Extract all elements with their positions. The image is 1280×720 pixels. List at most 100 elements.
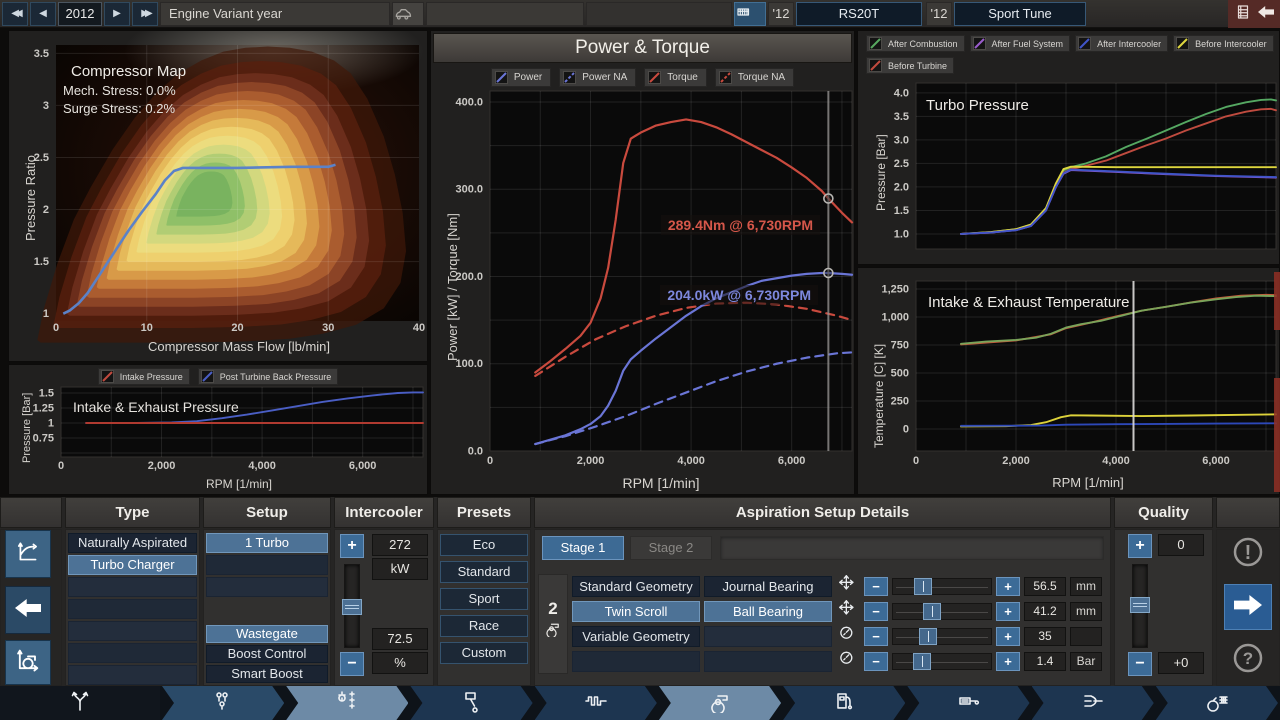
toolbar-tab-turbo[interactable] (659, 686, 781, 720)
engine-family-name-button[interactable]: RS20T (796, 2, 922, 26)
quality-slider-track[interactable] (1130, 564, 1150, 648)
engine-family-button[interactable] (734, 2, 766, 26)
boost-option-smart-boost[interactable]: Smart Boost (206, 665, 328, 683)
engine-variant-year-label: Engine Variant year (160, 2, 390, 26)
fast-forward-icon: ▶▶ (141, 8, 153, 19)
engine-variant-name-button[interactable]: Sport Tune (954, 2, 1086, 26)
car-link-button[interactable] (392, 2, 424, 26)
year-first-button[interactable]: ◀◀ (2, 2, 28, 26)
geometry-option-variable-geometry[interactable]: Variable Geometry (572, 626, 700, 647)
toolbar-tab-fuel[interactable] (783, 686, 905, 720)
toolbar-tab-valvetrain[interactable] (286, 686, 408, 720)
turbo-ylabel: Pressure [Bar] (874, 134, 888, 211)
bearing-option-journal-bearing[interactable]: Journal Bearing (704, 576, 832, 597)
quality-plus-button[interactable]: + (1128, 534, 1152, 558)
arrow-right-icon (1234, 594, 1262, 620)
turbo-icon (708, 689, 732, 718)
intercooler-minus-button[interactable]: − (340, 652, 364, 676)
toolbar-tab-manifold[interactable] (1032, 686, 1154, 720)
next-step-button[interactable] (1224, 584, 1272, 630)
toolbar-tab-crank[interactable] (535, 686, 657, 720)
boost-option-wastegate[interactable]: Wastegate (206, 625, 328, 643)
slider-handle[interactable] (923, 603, 941, 620)
type-option-empty-4[interactable] (68, 621, 197, 641)
preset-race[interactable]: Race (440, 615, 528, 637)
slider-minus-button[interactable]: − (864, 602, 888, 621)
turbo-count-option-empty-1[interactable] (206, 555, 328, 575)
temperature-title: Intake & Exhaust Temperature (928, 294, 1130, 311)
preset-eco[interactable]: Eco (440, 534, 528, 556)
geometry-option-standard-geometry[interactable]: Standard Geometry (572, 576, 700, 597)
type-option-empty-2[interactable] (68, 577, 197, 597)
engine-icon (735, 8, 753, 24)
bearing-option-ball-bearing[interactable]: Ball Bearing (704, 601, 832, 622)
slider-handle[interactable] (919, 628, 937, 645)
intercooler-plus-button[interactable]: + (340, 534, 364, 558)
intercooler-slider-handle[interactable] (342, 599, 362, 615)
graph-view-button[interactable] (5, 530, 51, 578)
turbo-count-option-empty-2[interactable] (206, 577, 328, 597)
year-last-button[interactable]: ▶▶ (132, 2, 158, 26)
preset-standard[interactable]: Standard (440, 561, 528, 583)
help-button[interactable]: ? (1226, 638, 1270, 682)
variant-year-field[interactable]: 2012 (58, 2, 102, 26)
boost-option-boost-control[interactable]: Boost Control (206, 645, 328, 663)
slider-plus-button[interactable]: + (996, 627, 1020, 646)
type-option-turbo-charger[interactable]: Turbo Charger (68, 555, 197, 575)
turbo-count-value: 2 (548, 599, 558, 618)
bearing-option-empty-3[interactable] (704, 651, 832, 672)
preset-custom[interactable]: Custom (440, 642, 528, 664)
tab-stage-1[interactable]: Stage 1 (542, 536, 624, 560)
type-option-empty-3[interactable] (68, 599, 197, 619)
svg-text:1: 1 (43, 308, 49, 320)
preset-sport[interactable]: Sport (440, 588, 528, 610)
compressor-ylabel: Pressure Ratio (23, 155, 38, 241)
geometry-option-empty-3[interactable] (572, 651, 700, 672)
turbo-map-button[interactable] (5, 640, 51, 685)
slider-handle[interactable] (914, 578, 932, 595)
svg-text:20: 20 (231, 322, 243, 334)
slider-track[interactable] (892, 653, 992, 670)
slider-minus-button[interactable]: − (864, 627, 888, 646)
list-icon[interactable] (1234, 3, 1252, 26)
slider-minus-button[interactable]: − (864, 577, 888, 596)
slider-track[interactable] (892, 628, 992, 645)
quality-minus-button[interactable]: − (1128, 652, 1152, 676)
svg-text:4,000: 4,000 (677, 455, 705, 467)
toolbar-tab-dyno[interactable] (1156, 686, 1278, 720)
svg-text:300.0: 300.0 (455, 184, 483, 196)
slider-handle[interactable] (913, 653, 931, 670)
return-arrow-icon[interactable] (1258, 5, 1274, 23)
quality-slider-handle[interactable] (1130, 597, 1150, 613)
toolbar-tab-exhaust[interactable] (907, 686, 1029, 720)
type-option-naturally-aspirated[interactable]: Naturally Aspirated (68, 533, 197, 553)
alert-icon: ! (1231, 535, 1265, 574)
toolbar-tab-fork[interactable] (0, 686, 160, 720)
svg-text:4,000: 4,000 (1102, 455, 1130, 467)
type-option-empty-5[interactable] (68, 643, 197, 663)
turbo-count-option-1-turbo[interactable]: 1 Turbo (206, 533, 328, 553)
slider-minus-button[interactable]: − (864, 652, 888, 671)
tab-stage-2[interactable]: Stage 2 (630, 536, 712, 560)
stage-name-field[interactable] (720, 536, 1104, 560)
help-icon: ? (1231, 641, 1265, 680)
slider-track[interactable] (892, 578, 992, 595)
year-prev-button[interactable]: ◀ (30, 2, 56, 26)
intercooler-slider-track[interactable] (342, 564, 362, 648)
toolbar-tab-piston[interactable] (410, 686, 532, 720)
slider-plus-button[interactable]: + (996, 652, 1020, 671)
turbo-slider-row-2: − +35 (838, 626, 1108, 647)
back-nav-button[interactable] (5, 586, 51, 634)
slider-plus-button[interactable]: + (996, 577, 1020, 596)
geometry-option-twin-scroll[interactable]: Twin Scroll (572, 601, 700, 622)
bearing-option-empty-2[interactable] (704, 626, 832, 647)
slider-track[interactable] (892, 603, 992, 620)
svg-text:1.5: 1.5 (39, 387, 54, 399)
warnings-button[interactable]: ! (1226, 532, 1270, 576)
toolbar-tab-head[interactable] (162, 686, 284, 720)
power-xlabel: RPM [1/min] (622, 475, 700, 491)
slider-plus-button[interactable]: + (996, 602, 1020, 621)
year-next-button[interactable]: ▶ (104, 2, 130, 26)
type-option-empty-6[interactable] (68, 665, 197, 685)
graph-icon (15, 539, 41, 570)
